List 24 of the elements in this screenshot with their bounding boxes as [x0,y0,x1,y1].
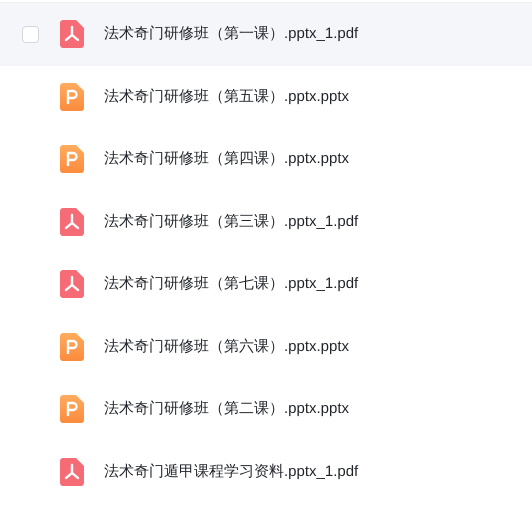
file-row[interactable]: 法术奇门研修班（第六课）.pptx.pptx [0,316,532,378]
file-name[interactable]: 法术奇门研修班（第三课）.pptx_1.pdf [104,210,358,233]
presentation-file-icon [60,82,84,111]
file-row[interactable]: 法术奇门遁甲课程学习资料.pptx_1.pdf [0,440,532,503]
file-name[interactable]: 法术奇门研修班（第一课）.pptx_1.pdf [104,23,358,46]
file-row[interactable]: 法术奇门研修班（第四课）.pptx.pptx [0,128,532,190]
file-name[interactable]: 法术奇门研修班（第二课）.pptx.pptx [104,398,350,420]
file-row[interactable]: 法术奇门研修班（第二课）.pptx.pptx [0,378,532,440]
presentation-file-icon [60,332,84,361]
file-row[interactable]: 法术奇门研修班（第五课）.pptx.pptx [0,66,532,128]
file-row[interactable]: 法术奇门研修班（第七课）.pptx_1.pdf [0,253,532,316]
file-name[interactable]: 法术奇门遁甲课程学习资料.pptx_1.pdf [104,460,358,483]
pdf-file-icon [60,458,84,486]
file-name[interactable]: 法术奇门研修班（第四课）.pptx.pptx [104,148,350,170]
file-name[interactable]: 法术奇门研修班（第七课）.pptx_1.pdf [104,273,358,296]
checkbox[interactable] [22,26,39,43]
presentation-file-icon [60,395,84,424]
presentation-file-icon [60,145,84,174]
file-name[interactable]: 法术奇门研修班（第六课）.pptx.pptx [104,336,350,358]
pdf-file-icon [60,270,84,298]
pdf-file-icon [60,20,84,48]
file-name[interactable]: 法术奇门研修班（第五课）.pptx.pptx [104,86,350,108]
file-row[interactable]: 法术奇门研修班（第三课）.pptx_1.pdf [0,190,532,253]
pdf-file-icon [60,208,84,236]
